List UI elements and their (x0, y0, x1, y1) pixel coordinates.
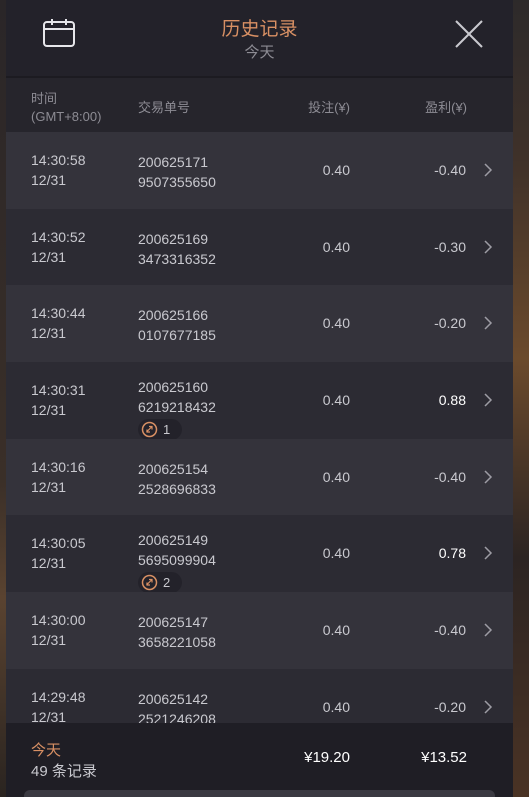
row-profit: -0.40 (434, 468, 466, 485)
row-order-id-part1: 200625149 (138, 532, 209, 549)
table-row[interactable]: 14:30:05 12/31 200625149 5695099904 0.40… (6, 515, 513, 594)
badge-count: 1 (163, 422, 171, 438)
row-time: 14:30:52 (31, 228, 86, 245)
row-date: 12/31 (31, 325, 67, 342)
row-date: 12/31 (31, 248, 67, 265)
row-order-id-part2: 9507355650 (138, 174, 216, 190)
row-order-id-part1: 200625169 (138, 230, 209, 247)
record-list: 14:30:58 12/31 200625171 9507355650 0.40… (6, 132, 513, 746)
close-icon[interactable] (453, 18, 485, 50)
row-bet: 0.40 (322, 392, 350, 409)
row-time: 14:30:58 (31, 152, 86, 168)
multiplier-badge: 1 (138, 419, 182, 441)
row-bet: 0.40 (322, 545, 350, 562)
row-order-id-part1: 200625147 (138, 614, 209, 631)
chevron-right-icon (484, 240, 493, 254)
chevron-right-icon (484, 316, 493, 330)
row-date: 12/31 (31, 172, 67, 188)
total-profit: ¥13.52 (421, 749, 467, 766)
row-order-id-part1: 200625154 (138, 460, 209, 477)
chevron-right-icon (484, 546, 493, 560)
row-order-id-part1: 200625142 (138, 690, 209, 707)
row-profit: -0.40 (434, 622, 466, 639)
row-order-id-part2: 3473316352 (138, 250, 216, 267)
row-order-id-part2: 0107677185 (138, 327, 216, 344)
scroll-handle[interactable] (24, 790, 495, 797)
row-date: 12/31 (31, 632, 67, 649)
row-order-id-part1: 200625166 (138, 307, 209, 324)
row-date: 12/31 (31, 402, 67, 419)
row-time: 14:30:00 (31, 612, 86, 629)
chevron-right-icon (484, 470, 493, 484)
row-bet: 0.40 (322, 315, 350, 332)
table-row[interactable]: 14:30:52 12/31 200625169 3473316352 0.40… (6, 208, 513, 286)
page-title: 历史记录 (221, 19, 298, 40)
row-time: 14:30:16 (31, 458, 86, 475)
total-bet: ¥19.20 (304, 749, 350, 766)
badge-count: 2 (163, 575, 171, 591)
row-bet: 0.40 (322, 162, 350, 178)
row-time: 14:30:44 (31, 305, 86, 322)
table-row[interactable]: 14:30:58 12/31 200625171 9507355650 0.40… (6, 132, 513, 209)
table-row[interactable]: 14:30:16 12/31 200625154 2528696833 0.40… (6, 438, 513, 516)
history-panel: 历史记录 今天 时间 (GMT+8:00) 交易单号 投注(¥) 盈利(¥) 1… (6, 0, 513, 797)
row-time: 14:30:05 (31, 535, 86, 552)
row-order-id-part2: 3658221058 (138, 634, 216, 651)
row-order-id-part1: 200625160 (138, 379, 209, 396)
row-profit: 0.88 (438, 392, 466, 409)
row-profit: -0.30 (434, 238, 466, 255)
multiplier-badge: 2 (138, 572, 182, 594)
record-count: 49 条记录 (31, 763, 97, 780)
row-order-id-part2: 2528696833 (138, 480, 216, 497)
row-bet: 0.40 (322, 622, 350, 639)
page-subtitle: 今天 (244, 44, 275, 61)
col-profit: 盈利(¥) (425, 100, 467, 115)
footer-today: 今天 (31, 742, 62, 759)
table-row[interactable]: 14:30:44 12/31 200625166 0107677185 0.40… (6, 285, 513, 363)
col-bet: 投注(¥) (308, 100, 350, 115)
row-profit: 0.78 (438, 545, 466, 562)
chevron-right-icon (484, 393, 493, 407)
chevron-right-icon (484, 700, 493, 714)
row-bet: 0.40 (322, 698, 350, 715)
col-time: 时间 (31, 91, 58, 106)
chevron-right-icon (484, 163, 493, 177)
row-profit: -0.20 (434, 315, 466, 332)
row-date: 12/31 (31, 555, 67, 572)
row-order-id-part2: 6219218432 (138, 399, 216, 416)
row-bet: 0.40 (322, 238, 350, 255)
col-timezone: (GMT+8:00) (31, 109, 102, 124)
refresh-icon (141, 575, 158, 591)
header: 历史记录 今天 (6, 0, 513, 78)
row-profit: -0.40 (434, 162, 466, 178)
refresh-icon (141, 421, 158, 438)
col-order: 交易单号 (138, 100, 191, 115)
row-order-id-part1: 200625171 (138, 154, 209, 170)
table-row[interactable]: 14:30:31 12/31 200625160 6219218432 0.40… (6, 362, 513, 441)
row-date: 12/31 (31, 478, 67, 495)
background-right (513, 0, 529, 797)
row-profit: -0.20 (434, 698, 466, 715)
row-time: 14:30:31 (31, 382, 86, 399)
summary-footer: 今天 49 条记录 ¥19.20 ¥13.52 (6, 723, 513, 797)
row-time: 14:29:48 (31, 688, 86, 705)
row-order-id-part2: 5695099904 (138, 552, 216, 569)
table-row[interactable]: 14:30:00 12/31 200625147 3658221058 0.40… (6, 592, 513, 669)
chevron-right-icon (484, 623, 493, 637)
column-headers: 时间 (GMT+8:00) 交易单号 投注(¥) 盈利(¥) (6, 78, 513, 132)
row-bet: 0.40 (322, 468, 350, 485)
